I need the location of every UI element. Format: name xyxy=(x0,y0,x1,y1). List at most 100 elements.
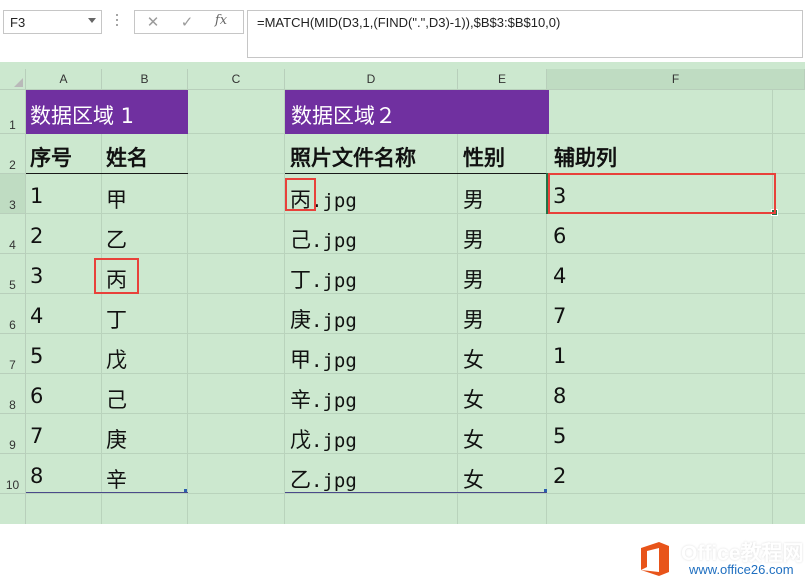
gridline xyxy=(26,373,805,374)
helper-cell[interactable]: 5 xyxy=(553,424,566,448)
name-cell[interactable]: 乙 xyxy=(106,224,127,254)
column-header-e[interactable]: E xyxy=(458,69,547,90)
table2-header-border xyxy=(285,173,547,174)
watermark-url: www.office26.com xyxy=(689,562,794,577)
row-header-10[interactable]: 10 xyxy=(0,454,26,494)
name-cell[interactable]: 戊 xyxy=(106,344,127,374)
file-extension: .jpg xyxy=(311,190,357,212)
seq-cell[interactable]: 3 xyxy=(30,264,43,288)
gridline xyxy=(26,493,805,494)
seq-cell[interactable]: 2 xyxy=(30,224,43,248)
seq-cell[interactable]: 5 xyxy=(30,344,43,368)
helper-cell[interactable]: 4 xyxy=(553,264,566,288)
header-gender[interactable]: 性别 xyxy=(463,142,505,172)
helper-cell[interactable]: 8 xyxy=(553,384,566,408)
highlight-box-helper-result xyxy=(548,173,776,214)
photo-file-cell[interactable]: 己.jpg xyxy=(290,224,357,254)
name-cell[interactable]: 辛 xyxy=(106,464,127,494)
file-extension: .jpg xyxy=(311,470,357,492)
seq-cell[interactable]: 1 xyxy=(30,184,43,208)
helper-cell[interactable]: 6 xyxy=(553,224,566,248)
gridline xyxy=(546,90,547,524)
name-cell[interactable]: 甲 xyxy=(106,184,127,214)
row-header-1[interactable]: 1 xyxy=(0,90,26,134)
highlight-box-name-match xyxy=(94,258,139,294)
column-header-a[interactable]: A xyxy=(26,69,102,90)
name-cell[interactable]: 丁 xyxy=(106,304,127,334)
gridline xyxy=(26,293,805,294)
insert-function-button[interactable]: fx xyxy=(209,13,233,31)
select-all-triangle-icon xyxy=(14,78,23,87)
row-header-4[interactable]: 4 xyxy=(0,214,26,254)
file-extension: .jpg xyxy=(311,390,357,412)
gridline xyxy=(26,333,805,334)
photo-file-cell[interactable]: 乙.jpg xyxy=(290,464,357,494)
gender-cell[interactable]: 男 xyxy=(463,224,484,254)
header-seq[interactable]: 序号 xyxy=(30,142,72,172)
office-logo-icon xyxy=(641,542,669,576)
column-header-c[interactable]: C xyxy=(188,69,285,90)
row-header-7[interactable]: 7 xyxy=(0,334,26,374)
gridline xyxy=(284,90,285,524)
file-name-char: 戊 xyxy=(290,428,311,452)
column-header-d[interactable]: D xyxy=(285,69,458,90)
gender-cell[interactable]: 女 xyxy=(463,464,484,494)
row-header-9[interactable]: 9 xyxy=(0,414,26,454)
column-header-f[interactable]: F xyxy=(547,69,805,90)
seq-cell[interactable]: 4 xyxy=(30,304,43,328)
gridline xyxy=(26,453,805,454)
cancel-icon[interactable]: ✕ xyxy=(141,13,165,31)
highlight-box-file-char xyxy=(285,178,316,211)
gender-cell[interactable]: 女 xyxy=(463,344,484,374)
enter-icon[interactable]: ✓ xyxy=(175,13,199,31)
photo-file-cell[interactable]: 丁.jpg xyxy=(290,264,357,294)
helper-cell[interactable]: 1 xyxy=(553,344,566,368)
name-cell[interactable]: 庚 xyxy=(106,424,127,454)
file-name-char: 庚 xyxy=(290,308,311,332)
header-photo-file[interactable]: 照片文件名称 xyxy=(290,142,416,172)
table1-resize-handle[interactable] xyxy=(184,489,187,492)
formula-bar-grip-icon[interactable] xyxy=(116,14,119,28)
gender-cell[interactable]: 男 xyxy=(463,264,484,294)
file-name-char: 甲 xyxy=(290,348,311,372)
photo-file-cell[interactable]: 甲.jpg xyxy=(290,344,357,374)
file-name-char: 己 xyxy=(290,228,311,252)
region2-title[interactable]: 数据区域２ xyxy=(285,90,549,134)
row-header-5[interactable]: 5 xyxy=(0,254,26,294)
header-name[interactable]: 姓名 xyxy=(106,142,148,172)
gender-cell[interactable]: 女 xyxy=(463,384,484,414)
file-extension: .jpg xyxy=(311,310,357,332)
table2-resize-handle[interactable] xyxy=(544,489,547,492)
gender-cell[interactable]: 男 xyxy=(463,184,484,214)
gender-cell[interactable]: 女 xyxy=(463,424,484,454)
seq-cell[interactable]: 7 xyxy=(30,424,43,448)
seq-cell[interactable]: 8 xyxy=(30,464,43,488)
row-header-8[interactable]: 8 xyxy=(0,374,26,414)
file-name-char: 辛 xyxy=(290,388,311,412)
select-all-button[interactable] xyxy=(0,69,26,90)
row-header-2[interactable]: 2 xyxy=(0,134,26,174)
gridline xyxy=(101,90,102,524)
row-header-11[interactable] xyxy=(0,494,26,524)
header-helper[interactable]: 辅助列 xyxy=(554,142,617,172)
region1-title[interactable]: 数据区域 1 xyxy=(26,90,188,134)
gridline xyxy=(187,90,188,524)
gender-cell[interactable]: 男 xyxy=(463,304,484,334)
helper-cell[interactable]: 7 xyxy=(553,304,566,328)
photo-file-cell[interactable]: 戊.jpg xyxy=(290,424,357,454)
seq-cell[interactable]: 6 xyxy=(30,384,43,408)
row-header-3[interactable]: 3 xyxy=(0,174,26,214)
gridline xyxy=(26,253,805,254)
name-box-dropdown-icon[interactable] xyxy=(88,18,96,23)
photo-file-cell[interactable]: 辛.jpg xyxy=(290,384,357,414)
column-header-b[interactable]: B xyxy=(102,69,188,90)
name-cell[interactable]: 己 xyxy=(106,384,127,414)
file-extension: .jpg xyxy=(311,270,357,292)
table1-header-border xyxy=(26,173,188,174)
row-header-6[interactable]: 6 xyxy=(0,294,26,334)
formula-input[interactable]: =MATCH(MID(D3,1,(FIND(".",D3)-1)),$B$3:$… xyxy=(247,10,803,58)
helper-cell[interactable]: 2 xyxy=(553,464,566,488)
worksheet-grid[interactable]: A B C D E F 1 2 3 4 5 6 7 8 9 10 数据区域 1 … xyxy=(0,62,805,577)
photo-file-cell[interactable]: 庚.jpg xyxy=(290,304,357,334)
formula-buttons: ✕ ✓ fx xyxy=(134,10,244,34)
